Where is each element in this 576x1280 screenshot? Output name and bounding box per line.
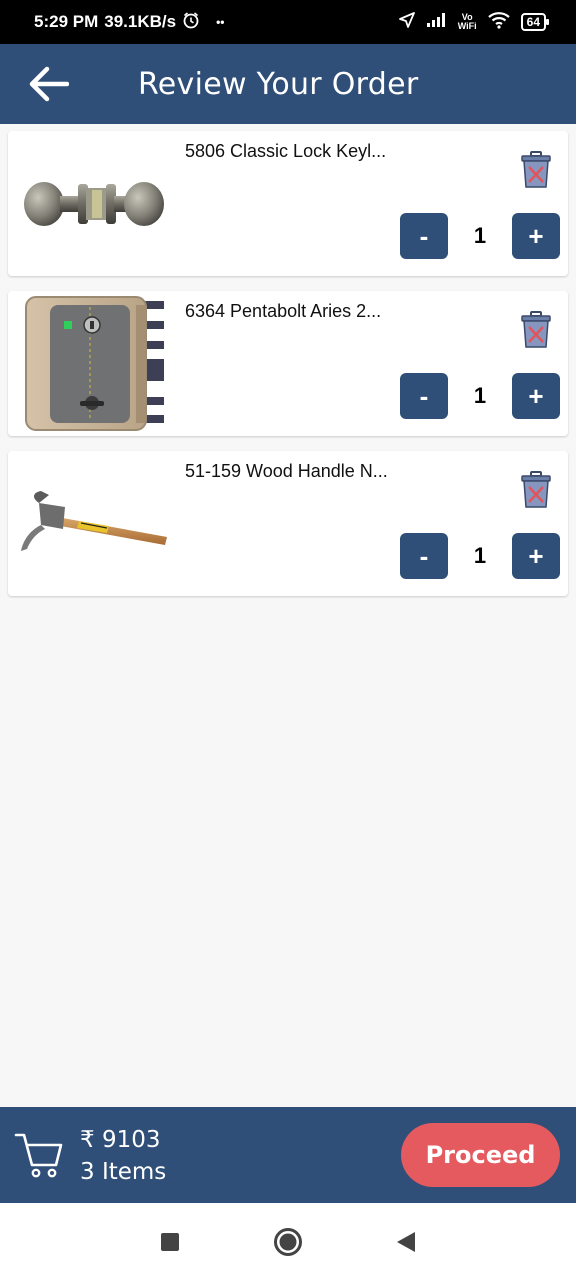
trash-icon (521, 151, 551, 188)
page-title: Review Your Order (138, 66, 419, 102)
signal-icon (426, 12, 448, 33)
app-bar: Review Your Order (0, 44, 576, 124)
product-image-pentabolt-lock (14, 295, 174, 432)
cart-list: 5806 Classic Lock Keyl... - 1 + 6364 Pen… (8, 131, 568, 611)
total-price: ₹ 9103 (80, 1127, 161, 1153)
increase-quantity-button[interactable]: + (512, 213, 560, 259)
decrease-quantity-button[interactable]: - (400, 373, 448, 419)
decrease-quantity-button[interactable]: - (400, 533, 448, 579)
vowifi-bottom: WiFi (457, 21, 477, 31)
home-circle-icon (274, 1227, 302, 1256)
cart-icon (14, 1129, 64, 1181)
alarm-icon (182, 11, 200, 34)
recents-button[interactable] (111, 1203, 229, 1280)
home-button[interactable] (229, 1203, 347, 1280)
notification-dots: •• (216, 15, 225, 29)
wifi-icon (487, 11, 511, 34)
network-speed: 39.1KB/s (104, 12, 177, 31)
quantity-stepper: - 1 + (400, 533, 560, 579)
recents-square-icon (161, 1232, 179, 1251)
back-button[interactable] (10, 44, 86, 124)
cart-item: 5806 Classic Lock Keyl... - 1 + (8, 131, 568, 276)
product-name[interactable]: 5806 Classic Lock Keyl... (185, 141, 386, 162)
item-count: 3 Items (80, 1159, 167, 1185)
quantity-stepper: - 1 + (400, 213, 560, 259)
product-name[interactable]: 51-159 Wood Handle N... (185, 461, 388, 482)
quantity-stepper: - 1 + (400, 373, 560, 419)
delete-button[interactable] (520, 311, 552, 349)
vowifi-label: Vo WiFi (458, 13, 477, 31)
location-arrow-icon (398, 11, 416, 34)
cart-item: 51-159 Wood Handle N... - 1 + (8, 451, 568, 596)
product-image-door-knob (14, 135, 174, 272)
status-bar: 5:29 PM 39.1KB/s •• Vo WiFi 64 (0, 0, 576, 44)
trash-icon (521, 311, 551, 348)
quantity-value: 1 (473, 543, 487, 568)
back-triangle-icon (397, 1231, 415, 1252)
cart-item: 6364 Pentabolt Aries 2... - 1 + (8, 291, 568, 436)
product-name[interactable]: 6364 Pentabolt Aries 2... (185, 301, 381, 322)
quantity-value: 1 (473, 383, 487, 408)
system-back-button[interactable] (347, 1203, 465, 1280)
proceed-button[interactable]: Proceed (401, 1123, 560, 1187)
delete-button[interactable] (520, 151, 552, 189)
increase-quantity-button[interactable]: + (512, 533, 560, 579)
order-summary-bar: ₹ 9103 3 Items Proceed (0, 1107, 576, 1203)
increase-quantity-button[interactable]: + (512, 373, 560, 419)
trash-icon (521, 471, 551, 508)
product-image-claw-hammer (14, 455, 174, 592)
delete-button[interactable] (520, 471, 552, 509)
status-time: 5:29 PM (34, 12, 99, 31)
decrease-quantity-button[interactable]: - (400, 213, 448, 259)
quantity-value: 1 (473, 223, 487, 248)
system-nav-bar (0, 1203, 576, 1280)
battery-icon: 64 (520, 13, 550, 31)
arrow-left-icon (29, 66, 69, 102)
